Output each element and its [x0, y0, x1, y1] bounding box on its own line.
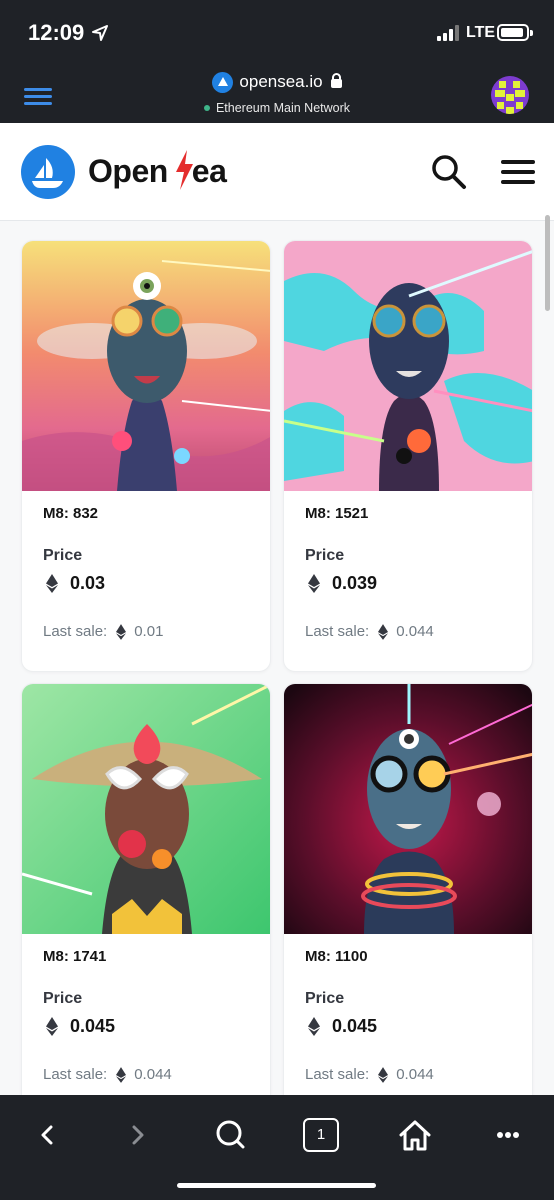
ethereum-icon — [116, 1066, 127, 1083]
back-icon[interactable] — [27, 1118, 67, 1152]
last-sale: Last sale: 0.044 — [43, 1066, 172, 1083]
screen: 12:09 LTE opensea.io Ethereum Main Netwo… — [0, 0, 554, 1200]
price-label: Price — [43, 990, 83, 1007]
last-sale-value: 0.044 — [396, 1066, 434, 1083]
asset-card[interactable]: M8: 1741 Price 0.045 Last sale: 0.044 — [21, 683, 271, 1095]
ethereum-icon — [378, 1066, 389, 1083]
tabs-icon[interactable]: 1 — [303, 1118, 339, 1152]
price: 0.039 — [308, 571, 377, 595]
home-indicator[interactable] — [177, 1183, 376, 1188]
ethereum-icon — [308, 573, 320, 593]
signal-icon — [437, 25, 461, 41]
network-label: Ethereum Main Network — [215, 101, 351, 115]
price: 0.045 — [46, 1014, 115, 1038]
forward-icon[interactable] — [118, 1118, 158, 1152]
network-status-dot — [203, 104, 210, 111]
ethereum-icon — [378, 623, 389, 640]
asset-name: M8: 1100 — [305, 948, 368, 965]
last-sale-value: 0.044 — [134, 1066, 172, 1083]
asset-name: M8: 1741 — [43, 948, 107, 965]
last-sale-label: Last sale: — [43, 623, 108, 640]
last-sale: Last sale: 0.044 — [305, 1066, 434, 1083]
lightning-bolt-icon — [176, 150, 193, 190]
price-value: 0.045 — [332, 1015, 378, 1036]
opensea-logo-icon[interactable] — [21, 145, 75, 199]
last-sale-value: 0.01 — [134, 623, 164, 640]
ethereum-icon — [46, 573, 58, 593]
ethereum-icon — [308, 1016, 320, 1036]
battery-icon — [497, 24, 533, 41]
page-scrollbar[interactable] — [545, 215, 550, 311]
search-icon[interactable] — [430, 153, 468, 191]
price-label: Price — [305, 990, 345, 1007]
lock-icon — [330, 73, 342, 89]
price: 0.03 — [46, 571, 105, 595]
last-sale-label: Last sale: — [305, 1066, 370, 1083]
wallet-network: Ethereum Main Network — [0, 101, 554, 115]
search-icon[interactable] — [210, 1118, 250, 1152]
asset-grid: M8: 832 Price 0.03 Last sale: 0.01 M8: 1… — [0, 221, 554, 1095]
asset-card[interactable]: M8: 1521 Price 0.039 Last sale: 0.044 — [283, 240, 533, 672]
ethereum-icon — [116, 623, 127, 640]
site-address[interactable]: opensea.io — [0, 72, 554, 94]
last-sale: Last sale: 0.01 — [43, 623, 163, 640]
asset-card[interactable]: M8: 1100 Price 0.045 Last sale: 0.044 — [283, 683, 533, 1095]
price-label: Price — [305, 547, 345, 564]
price-value: 0.045 — [70, 1015, 116, 1036]
asset-image — [22, 241, 270, 491]
site-header: Open ea — [0, 123, 554, 221]
price-value: 0.039 — [332, 572, 378, 593]
browser-chrome: 12:09 LTE opensea.io Ethereum Main Netwo… — [0, 0, 554, 123]
location-arrow-icon — [92, 25, 108, 41]
status-time: 12:09 — [28, 20, 85, 45]
price: 0.045 — [308, 1014, 377, 1038]
menu-icon[interactable] — [501, 160, 535, 184]
home-icon[interactable] — [395, 1118, 435, 1152]
brand-wordmark[interactable]: Open ea — [88, 153, 227, 190]
site-domain: opensea.io — [239, 72, 323, 91]
last-sale-label: Last sale: — [305, 623, 370, 640]
ethereum-icon — [46, 1016, 58, 1036]
site-favicon-icon — [212, 72, 234, 94]
asset-card[interactable]: M8: 832 Price 0.03 Last sale: 0.01 — [21, 240, 271, 672]
last-sale-label: Last sale: — [43, 1066, 108, 1083]
price-label: Price — [43, 547, 83, 564]
network-type: LTE — [466, 24, 496, 41]
more-icon[interactable] — [488, 1118, 528, 1152]
tabs-count: 1 — [316, 1126, 326, 1143]
asset-image — [284, 241, 532, 491]
asset-image — [284, 684, 532, 934]
last-sale: Last sale: 0.044 — [305, 623, 434, 640]
asset-name: M8: 1521 — [305, 505, 369, 522]
last-sale-value: 0.044 — [396, 623, 434, 640]
price-value: 0.03 — [70, 572, 106, 593]
asset-name: M8: 832 — [43, 505, 99, 522]
asset-image — [22, 684, 270, 934]
wallet-avatar[interactable] — [491, 76, 529, 114]
